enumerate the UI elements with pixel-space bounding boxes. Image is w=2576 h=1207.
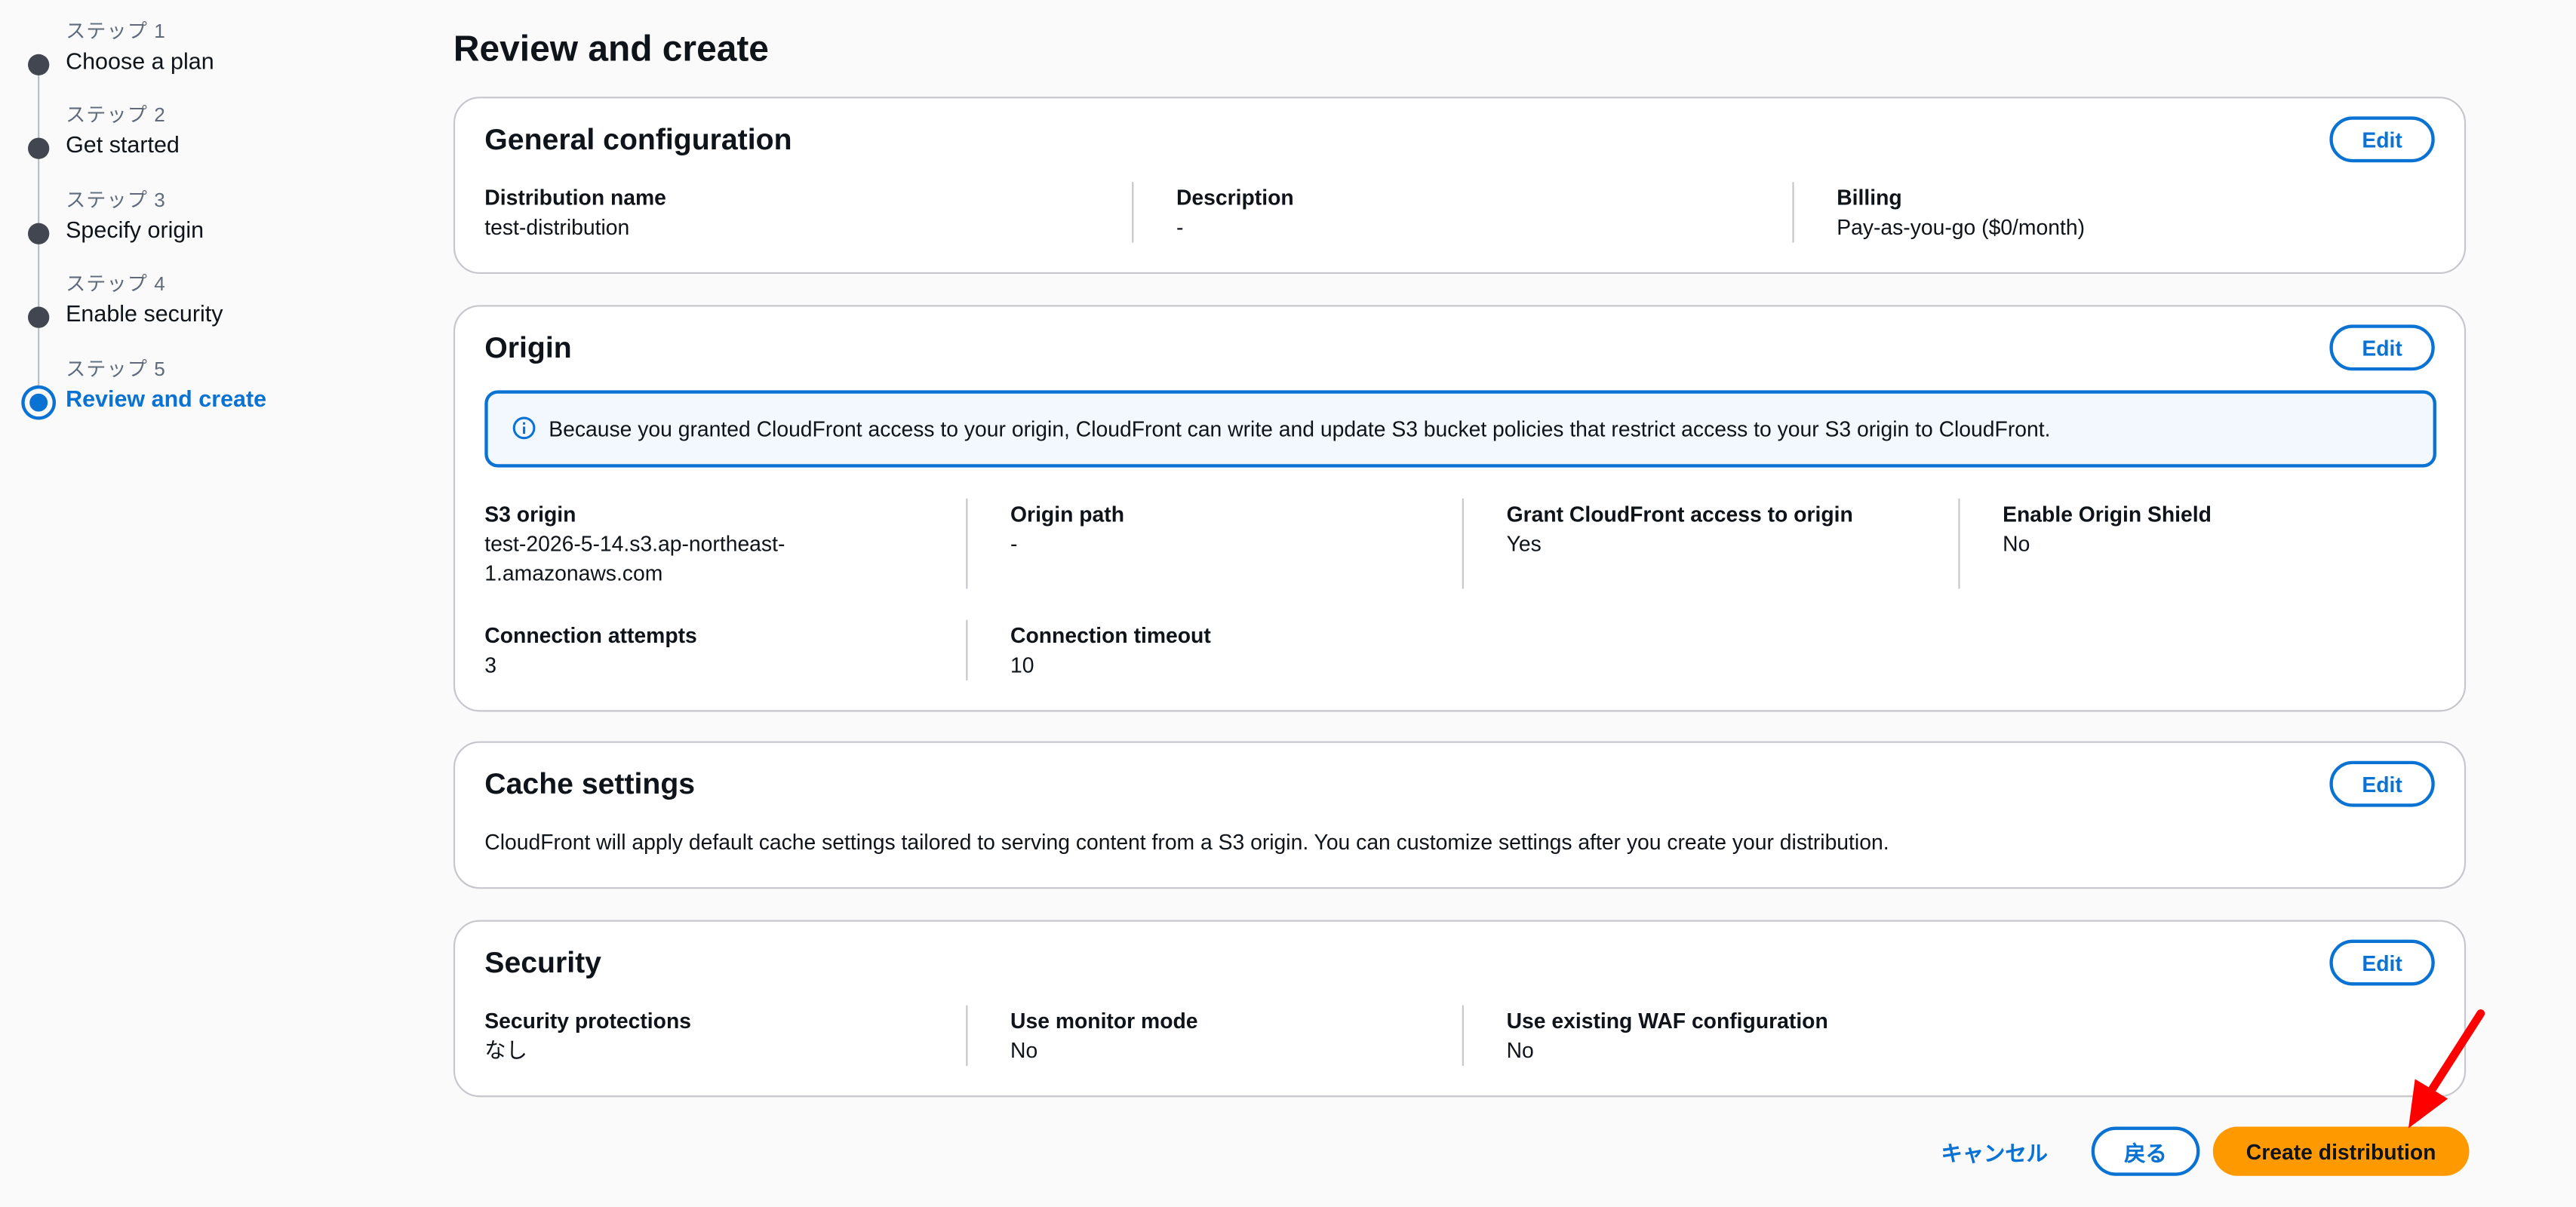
field-value: test-2026-5-14.s3.ap-northeast- 1.amazon… [484,531,785,586]
card-title: Security [484,946,601,979]
card-title: General configuration [484,123,792,156]
card-title: Cache settings [484,767,696,800]
field-billing: Billing Pay-as-you-go ($0/month) [1837,183,2085,242]
field-s3-origin: S3 origin test-2026-5-14.s3.ap-northeast… [484,500,785,588]
step-enable-security[interactable]: ステップ 4 Enable security [0,259,395,341]
field-grant-access: Grant CloudFront access to origin Yes [1507,500,1853,559]
origin-card: Origin Edit Because you granted CloudFro… [453,305,2467,712]
step-dot-icon [28,223,50,244]
field-description: Description - [1176,183,1294,242]
column-divider [966,619,968,681]
cache-settings-description: CloudFront will apply default cache sett… [484,830,1889,855]
step-label: Choose a plan [66,48,214,74]
step-dot-icon [28,137,50,159]
field-label: Use existing WAF configuration [1506,1008,1828,1033]
step-dot-icon [28,54,50,75]
step-dot-active-icon [24,389,53,417]
cancel-button[interactable]: キャンセル [1922,1130,2067,1173]
step-dot-icon [28,306,50,328]
step-specify-origin[interactable]: ステップ 3 Specify origin [0,176,395,258]
column-divider [1132,182,1134,243]
info-icon [512,416,536,440]
field-label: Enable Origin Shield [2003,502,2212,527]
field-label: Use monitor mode [1010,1008,1198,1033]
step-label: Specify origin [66,216,204,243]
field-label: Distribution name [484,185,666,210]
field-origin-shield: Enable Origin Shield No [2003,500,2212,559]
field-value: - [1176,214,1184,240]
field-value: test-distribution [484,214,630,240]
field-label: Description [1176,185,1294,210]
column-divider [1792,182,1794,243]
info-alert: Because you granted CloudFront access to… [484,390,2436,468]
column-divider [1462,498,1464,589]
step-number: ステップ 2 [66,103,166,127]
column-divider [1958,498,1960,589]
field-value: Pay-as-you-go ($0/month) [1837,214,2086,240]
step-number: ステップ 5 [66,357,166,381]
column-divider [966,498,968,589]
field-value: なし [484,1038,527,1063]
info-alert-text: Because you granted CloudFront access to… [549,416,2051,441]
step-label: Get started [66,131,180,158]
security-card: Security Edit Security protections なし Us… [453,920,2467,1098]
step-review-and-create: ステップ 5 Review and create [0,345,395,427]
field-value: Yes [1506,531,1542,556]
step-number: ステップ 3 [66,189,166,212]
field-origin-path: Origin path - [1010,500,1124,559]
field-label: Connection attempts [484,623,697,648]
cache-settings-card: Cache settings Edit CloudFront will appl… [453,741,2467,889]
field-label: Grant CloudFront access to origin [1506,502,1853,527]
step-label: Enable security [66,299,223,327]
field-value: 10 [1010,653,1034,677]
page-title: Review and create [453,27,769,69]
field-label: S3 origin [484,502,576,527]
field-distribution-name: Distribution name test-distribution [484,183,666,242]
step-choose-plan[interactable]: ステップ 1 Choose a plan [0,7,395,89]
field-label: Origin path [1010,502,1125,527]
field-security-protections: Security protections なし [484,1007,691,1066]
field-existing-waf: Use existing WAF configuration No [1507,1007,1828,1066]
field-value: - [1010,531,1018,556]
edit-general-button[interactable]: Edit [2329,116,2435,163]
edit-origin-button[interactable]: Edit [2329,324,2435,371]
step-number: ステップ 1 [66,20,166,43]
general-configuration-card: General configuration Edit Distribution … [453,97,2467,275]
field-connection-timeout: Connection timeout 10 [1010,622,1211,680]
field-connection-attempts: Connection attempts 3 [484,622,697,680]
column-divider [1462,1005,1464,1067]
field-monitor-mode: Use monitor mode No [1010,1007,1197,1066]
card-title: Origin [484,331,572,364]
red-arrow-icon [2408,1009,2485,1129]
step-get-started[interactable]: ステップ 2 Get started [0,91,395,173]
column-divider [966,1005,968,1067]
back-button[interactable]: 戻る [2091,1126,2200,1176]
step-number: ステップ 4 [66,272,166,296]
field-value: 3 [484,653,497,677]
field-label: Security protections [484,1008,691,1033]
step-label: Review and create [66,385,267,412]
field-value: No [1010,1038,1038,1063]
field-value: No [2003,531,2030,556]
field-label: Billing [1837,185,1902,210]
page-root: ステップ 1 Choose a plan ステップ 2 Get started … [0,0,2576,1207]
field-value: No [1506,1038,1534,1063]
edit-security-button[interactable]: Edit [2329,939,2435,986]
field-label: Connection timeout [1010,623,1211,648]
edit-cache-button[interactable]: Edit [2329,760,2435,807]
